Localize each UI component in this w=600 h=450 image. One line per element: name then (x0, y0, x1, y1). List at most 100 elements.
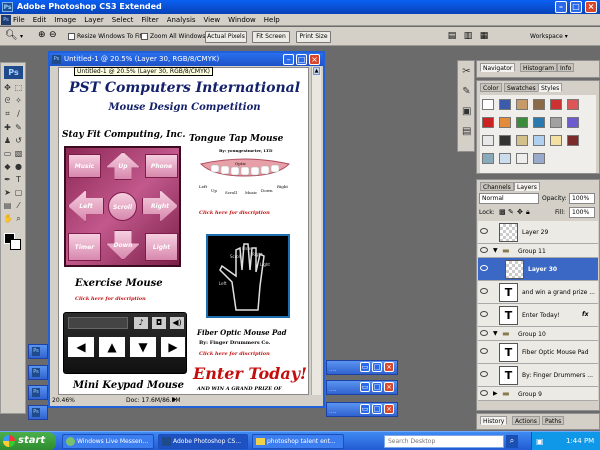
minimized-window-6[interactable]: .... ▭ □ × (326, 380, 398, 395)
notes-strip-icon[interactable]: ▤ (462, 127, 471, 137)
minimized-window-4[interactable]: Ps (28, 405, 48, 420)
style-swatch[interactable] (567, 135, 579, 146)
tools-preset-strip-icon[interactable]: ✂ (462, 67, 471, 77)
restore-button[interactable]: ▭ (360, 404, 370, 414)
minimized-window-7[interactable]: .... ▭ □ × (326, 402, 398, 417)
style-swatch[interactable] (516, 135, 528, 146)
style-swatch[interactable] (499, 153, 511, 164)
fiber-description-link[interactable]: Click here for discription (199, 351, 270, 357)
eye-icon[interactable] (480, 311, 488, 317)
layer-row[interactable]: T Fiber Optic Mouse Pad (478, 341, 598, 364)
menu-help[interactable]: Help (264, 16, 280, 24)
close-button[interactable]: × (384, 404, 394, 414)
restore-button[interactable]: ▭ (360, 362, 370, 372)
pen-tool-icon[interactable]: ✒ (3, 175, 12, 184)
tab-history[interactable]: History (480, 416, 508, 425)
close-button[interactable]: × (384, 382, 394, 392)
notes-tool-icon[interactable]: ▤ (3, 201, 12, 210)
scroll-up-icon[interactable]: ▲ (313, 67, 320, 75)
doc-close-button[interactable]: × (309, 54, 320, 65)
tab-actions[interactable]: Actions (512, 416, 540, 425)
tab-info[interactable]: Info (557, 63, 575, 72)
zoom-out-icon[interactable]: ⊖ (49, 30, 57, 40)
layer-row[interactable]: T By: Finger Drummers ... (478, 364, 598, 387)
exercise-description-link[interactable]: Click here for discription (75, 296, 146, 302)
clone-source-strip-icon[interactable]: ▣ (462, 107, 471, 117)
zoom-level[interactable]: 20.46% (52, 397, 75, 404)
style-swatch[interactable] (550, 99, 562, 110)
clock[interactable]: 1:44 PM (566, 437, 594, 445)
zoom-tool-panel-icon[interactable]: ⌕ (14, 214, 23, 223)
path-selection-tool-icon[interactable]: ➤ (3, 188, 12, 197)
disclosure-triangle-icon[interactable]: ▼ (493, 247, 498, 254)
tab-styles[interactable]: Styles (538, 83, 563, 92)
gradient-tool-icon[interactable]: ▧ (14, 149, 23, 158)
brushes-strip-icon[interactable]: ✎ (462, 87, 471, 97)
workspace-menu[interactable]: Workspace ▾ (530, 33, 568, 40)
tab-swatches[interactable]: Swatches (504, 83, 539, 92)
menu-filter[interactable]: Filter (141, 16, 158, 24)
eye-icon[interactable] (480, 348, 488, 354)
tool-preset-dropdown-icon[interactable]: ▾ (20, 33, 23, 40)
style-swatch[interactable] (516, 153, 528, 164)
style-swatch[interactable] (533, 153, 545, 164)
search-icon[interactable]: ⌕ (506, 435, 518, 448)
fit-screen-button[interactable]: Fit Screen (252, 31, 290, 43)
tab-navigator[interactable]: Navigator (480, 63, 516, 72)
move-tool-icon[interactable]: ✥ (3, 83, 12, 92)
clone-stamp-tool-icon[interactable]: ♟ (3, 136, 12, 145)
tab-layers[interactable]: Layers (514, 182, 540, 191)
desktop-search-input[interactable] (384, 435, 504, 448)
minimized-window-1[interactable]: Ps (28, 344, 48, 359)
maximize-button[interactable]: □ (570, 1, 582, 13)
layer-effects-icon[interactable]: fx (582, 311, 588, 318)
doc-maximize-button[interactable]: □ (296, 54, 307, 65)
brush-tool-icon[interactable]: ✎ (14, 123, 23, 132)
layer-row[interactable]: Layer 29 (478, 221, 598, 244)
crop-tool-icon[interactable]: ⌗ (3, 109, 12, 118)
style-swatch[interactable] (482, 117, 494, 128)
start-button[interactable]: start (0, 432, 56, 450)
style-swatch[interactable] (516, 99, 528, 110)
background-color-swatch[interactable] (10, 239, 21, 250)
style-swatch[interactable] (482, 99, 494, 110)
document-canvas[interactable]: PST Computers International Mouse Design… (58, 67, 309, 395)
style-swatch[interactable] (550, 135, 562, 146)
close-button[interactable]: × (384, 362, 394, 372)
brushes-panel-icon[interactable]: ▤ (446, 31, 458, 43)
maximize-button[interactable]: □ (372, 382, 382, 392)
eyedropper-tool-icon[interactable]: ⁄ (14, 201, 23, 210)
layer-row[interactable]: T and win a grand prize ... (478, 281, 598, 304)
disclosure-triangle-icon[interactable]: ▼ (493, 330, 498, 337)
history-brush-tool-icon[interactable]: ↺ (14, 136, 23, 145)
taskbar-messenger[interactable]: Windows Live Messen... (62, 434, 154, 449)
layer-row-selected[interactable]: Layer 30 (478, 258, 598, 281)
taskbar-folder[interactable]: photoshop talent ent... (252, 434, 344, 449)
tool-presets-icon[interactable]: ▥ (462, 31, 474, 43)
restore-button[interactable]: ▭ (360, 382, 370, 392)
zoom-all-windows-checkbox[interactable] (141, 33, 148, 40)
document-vertical-scrollbar[interactable]: ▲ (311, 67, 321, 395)
menu-view[interactable]: View (204, 16, 221, 24)
style-swatch[interactable] (499, 135, 511, 146)
menu-analysis[interactable]: Analysis (167, 16, 196, 24)
style-swatch[interactable] (567, 117, 579, 128)
style-swatch[interactable] (482, 135, 494, 146)
document-title-bar[interactable]: Ps Untitled-1 @ 20.5% (Layer 30, RGB/8/C… (50, 53, 323, 66)
group-row[interactable]: ▶ ▬ Group 9 (478, 387, 598, 401)
fill-input[interactable]: 100% (569, 207, 595, 218)
healing-brush-tool-icon[interactable]: ✚ (3, 123, 12, 132)
style-swatch[interactable] (499, 117, 511, 128)
maximize-button[interactable]: □ (372, 362, 382, 372)
close-button[interactable]: × (585, 1, 597, 13)
tab-paths[interactable]: Paths (542, 416, 565, 425)
tab-color[interactable]: Color (480, 83, 502, 92)
zoom-in-icon[interactable]: ⊕ (38, 30, 46, 40)
menu-edit[interactable]: Edit (33, 16, 47, 24)
disclosure-triangle-icon[interactable]: ▶ (493, 390, 498, 397)
eye-icon[interactable] (480, 265, 488, 271)
maximize-button[interactable]: □ (372, 404, 382, 414)
lock-all-icon[interactable]: 🔒︎ (526, 208, 530, 217)
layer-row[interactable]: T Enter Today! fx (478, 304, 598, 327)
shape-tool-icon[interactable]: ▢ (14, 188, 23, 197)
